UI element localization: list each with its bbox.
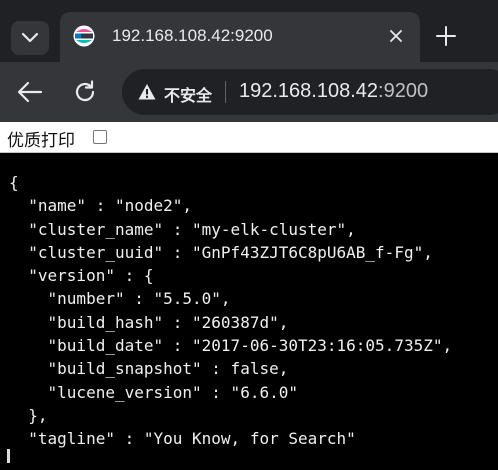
back-button[interactable] xyxy=(13,75,47,109)
json-line: "name" : "node2", xyxy=(9,196,193,216)
address-bar[interactable]: 不安全 192.168.108.42:9200 xyxy=(122,69,498,115)
text-cursor xyxy=(7,449,10,463)
json-line: "number" : "5.5.0", xyxy=(9,289,231,309)
json-line: "cluster_name" : "my-elk-cluster", xyxy=(9,219,356,239)
close-icon xyxy=(390,30,402,42)
plus-icon xyxy=(436,26,456,46)
browser-toolbar: 不安全 192.168.108.42:9200 xyxy=(0,62,498,122)
tab-strip: 192.168.108.42:9200 xyxy=(0,0,498,62)
elastic-logo-icon xyxy=(73,25,95,47)
json-body: { "name" : "node2", "cluster_name" : "my… xyxy=(9,171,452,451)
tab-search-button[interactable] xyxy=(11,21,49,55)
warning-triangle-icon[interactable] xyxy=(138,83,156,101)
json-line: }, xyxy=(9,405,48,425)
reload-icon xyxy=(75,80,95,102)
pretty-print-label: 优质打印 xyxy=(7,131,75,150)
json-line: "tagline" : "You Know, for Search" xyxy=(9,429,356,449)
chevron-down-icon xyxy=(21,32,39,43)
json-line: "lucene_version" : "6.6.0" xyxy=(9,382,298,402)
reload-button[interactable] xyxy=(68,75,102,109)
tab-title: 192.168.108.42:9200 xyxy=(112,26,273,45)
url-host: 192.168.108.42 xyxy=(239,80,379,102)
close-tab-button[interactable] xyxy=(386,26,406,46)
new-tab-button[interactable] xyxy=(432,22,460,50)
not-secure-label[interactable]: 不安全 xyxy=(164,82,212,106)
url-text[interactable]: 192.168.108.42:9200 xyxy=(239,80,428,103)
active-tab[interactable]: 192.168.108.42:9200 xyxy=(60,12,420,62)
json-line: "build_snapshot" : false, xyxy=(9,359,289,379)
pretty-print-bar: 优质打印 xyxy=(0,122,498,153)
url-port: :9200 xyxy=(378,80,429,102)
json-line: { xyxy=(9,173,19,192)
page-content: { "name" : "node2", "cluster_name" : "my… xyxy=(0,153,498,470)
json-line: "version" : { xyxy=(9,266,154,286)
omnibox-divider xyxy=(225,81,226,103)
pretty-print-checkbox[interactable] xyxy=(93,130,107,144)
json-line: "cluster_uuid" : "GnPf43ZJT6C8pU6AB_f-Fg… xyxy=(9,242,433,262)
json-line: "build_date" : "2017-06-30T23:16:05.735Z… xyxy=(9,336,453,356)
back-arrow-icon xyxy=(17,81,43,103)
json-line: "build_hash" : "260387d", xyxy=(9,312,289,332)
